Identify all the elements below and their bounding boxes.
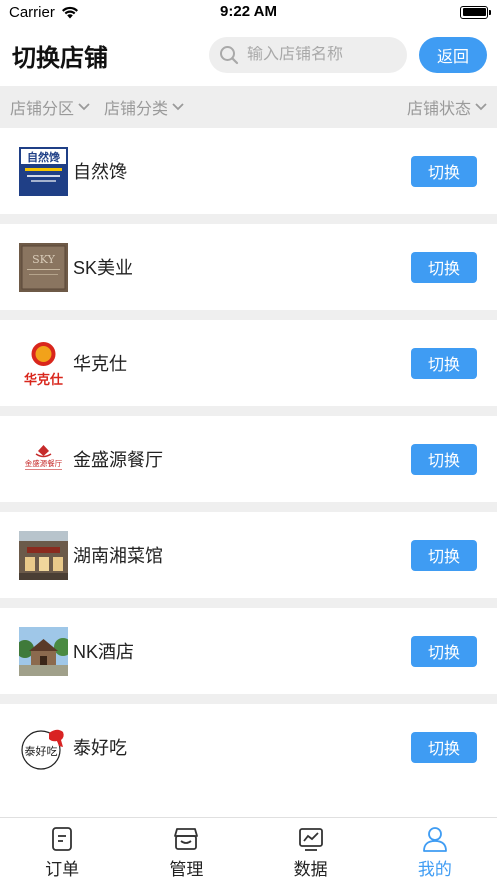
zirancan-logo-text: 自然馋 <box>27 150 60 164</box>
store-item[interactable]: 华克仕 华克仕 切换 <box>0 320 497 406</box>
switch-button[interactable]: 切换 <box>411 155 477 187</box>
store-item[interactable]: NK酒店 切换 <box>0 608 497 694</box>
store-name: 湖南湘菜馆 <box>73 546 163 566</box>
back-button[interactable]: 返回 <box>419 37 487 73</box>
filter-zone-label: 店铺分区 <box>10 101 75 118</box>
store-name: 金盛源餐厅 <box>73 450 163 470</box>
sk-logo-text: SKY <box>32 253 55 266</box>
tab-data-label: 数据 <box>293 860 328 879</box>
tab-orders-label: 订单 <box>45 860 80 879</box>
battery-icon <box>460 5 491 19</box>
switch-button[interactable]: 切换 <box>411 731 477 763</box>
filter-status[interactable]: 店铺状态 <box>407 95 487 119</box>
profile-icon <box>422 827 447 852</box>
store-item[interactable]: 金盛源餐厅 金盛源餐厅 切换 <box>0 416 497 502</box>
page-title: 切换店铺 <box>12 44 108 72</box>
zirancan-logo: 自然馋 <box>19 146 68 196</box>
store-name: SK美业 <box>73 258 134 278</box>
sk-logo: SKY <box>19 242 68 292</box>
tab-bar: 订单 管理 数据 我的 <box>0 817 497 883</box>
chevron-down-icon <box>475 103 487 111</box>
taihaochi-logo-text: 泰好吃 <box>25 744 58 758</box>
switch-button[interactable]: 切换 <box>411 635 477 667</box>
filter-bar: 店铺分区 店铺分类 店铺状态 <box>0 86 497 128</box>
status-left: Carrier <box>9 4 79 21</box>
chevron-down-icon <box>172 103 184 111</box>
carrier-label: Carrier <box>9 3 55 21</box>
huakeshi-logo-text: 华克仕 <box>24 372 63 388</box>
store-name: 华克仕 <box>73 354 127 374</box>
switch-button[interactable]: 切换 <box>411 251 477 283</box>
filter-zone[interactable]: 店铺分区 <box>10 95 90 119</box>
tab-orders[interactable]: 订单 <box>0 818 124 883</box>
data-icon <box>298 828 323 851</box>
status-bar: Carrier 9:22 AM <box>0 0 497 24</box>
wifi-icon <box>61 6 78 18</box>
tab-manage-label: 管理 <box>169 860 204 879</box>
store-item[interactable]: 自然馋 自然馋 切换 <box>0 128 497 214</box>
tab-profile[interactable]: 我的 <box>373 818 497 883</box>
tab-data[interactable]: 数据 <box>249 818 373 883</box>
jinshengyuan-logo: 金盛源餐厅 <box>19 434 68 484</box>
search-input[interactable] <box>247 46 397 64</box>
chevron-down-icon <box>78 103 90 111</box>
header: 切换店铺 返回 <box>0 24 497 86</box>
store-name: 自然馋 <box>73 162 127 182</box>
switch-button[interactable]: 切换 <box>411 539 477 571</box>
filter-status-label: 店铺状态 <box>406 101 471 118</box>
store-list: 自然馋 自然馋 切换 SKY SK美业 切换 华克仕 华克仕 切换 金盛源餐厅 … <box>0 128 497 790</box>
search-box[interactable] <box>209 37 407 73</box>
tab-profile-label: 我的 <box>417 860 452 879</box>
tab-manage[interactable]: 管理 <box>124 818 248 883</box>
order-icon <box>52 827 73 851</box>
store-name: NK酒店 <box>73 642 135 662</box>
taihaochi-logo: 泰好吃 <box>19 722 68 772</box>
store-item[interactable]: 湖南湘菜馆 切换 <box>0 512 497 598</box>
switch-button[interactable]: 切换 <box>411 443 477 475</box>
huakeshi-logo: 华克仕 <box>19 338 68 388</box>
switch-button[interactable]: 切换 <box>411 347 477 379</box>
nk-photo <box>19 626 68 676</box>
store-name: 泰好吃 <box>73 738 127 758</box>
store-item[interactable]: SKY SK美业 切换 <box>0 224 497 310</box>
search-icon <box>220 46 239 65</box>
jinshengyuan-logo-text: 金盛源餐厅 <box>25 458 63 468</box>
store-item[interactable]: 泰好吃 泰好吃 切换 <box>0 704 497 790</box>
filter-category[interactable]: 店铺分类 <box>104 95 184 119</box>
filter-category-label: 店铺分类 <box>104 101 169 118</box>
manage-icon <box>174 828 199 850</box>
hunan-photo <box>19 530 68 580</box>
